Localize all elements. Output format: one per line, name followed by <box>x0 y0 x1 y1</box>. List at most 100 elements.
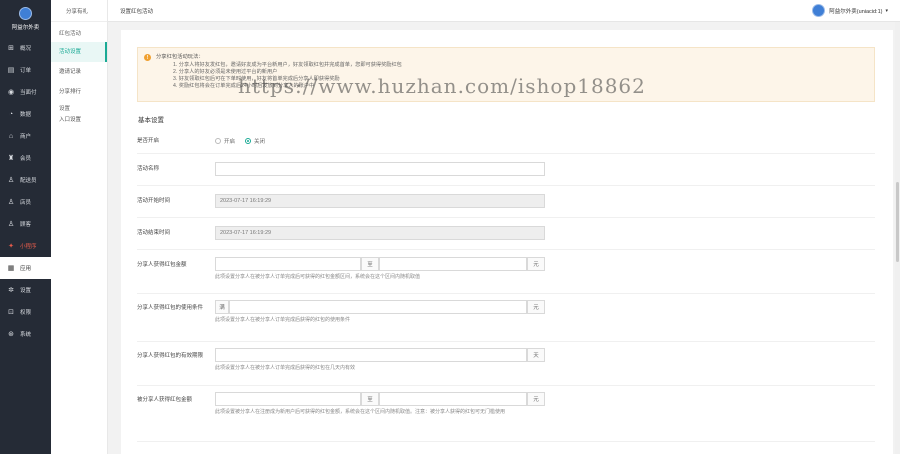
subnav-item-activity-settings[interactable]: 活动设置 <box>51 42 107 62</box>
field-label: 被分享人获得红包金额 <box>137 397 193 403</box>
notice-line: 2. 分享人的好友必须是未使用过平台的新用户 <box>173 68 278 75</box>
system-icon: ⊛ <box>8 330 14 338</box>
brand-logo <box>19 6 32 20</box>
unit-addon: 元 <box>527 300 545 314</box>
warning-icon: ! <box>144 54 151 61</box>
form-row-next <box>137 441 875 454</box>
invitee-amount-min-input[interactable] <box>215 392 361 406</box>
field-label: 是否开启 <box>137 138 160 144</box>
sidebar-item-label: 订单 <box>20 68 32 74</box>
miniapp-icon: ✦ <box>8 242 14 250</box>
sidebar-item-label: 概况 <box>20 46 32 52</box>
form-row-invitee-amount: 被分享人获得红包金额 至 元 此项设置被分享人在注册成为新用户后可获得的红包金额… <box>137 385 875 440</box>
customer-icon: ♙ <box>7 220 15 228</box>
sidebar-item-label: 会员 <box>20 156 32 162</box>
form-row-end: 活动结束时间 2023-07-17 16:19:29 <box>137 217 875 248</box>
notice-line: 3. 好友领取红包后可在下单时使用，好友将首单完成后分享人即获得奖励 <box>173 75 340 82</box>
range-separator: 至 <box>361 257 379 271</box>
sidebar-item-apps[interactable]: ▦ 应用 <box>0 257 51 279</box>
sidebar-item-facepay[interactable]: ◉ 当面付 <box>0 81 51 103</box>
sidebar-item-settings[interactable]: ✲ 设置 <box>0 279 51 301</box>
end-time-input[interactable]: 2023-07-17 16:19:29 <box>215 226 545 240</box>
section-title: 基本设置 <box>138 117 164 124</box>
share-condition-group: 满 元 <box>215 300 545 314</box>
subnav-title: 分享有礼 <box>51 0 107 22</box>
scrollbar-thumb[interactable] <box>896 182 899 262</box>
radio-close[interactable]: 关闭 <box>245 137 265 145</box>
form-row-share-valid: 分享人获得红包的有效期限 天 此项设置分享人在被分享人订单完成后获得的红包在几天… <box>137 341 875 384</box>
help-text: 此项设置分享人在被分享人订单完成后获得的红包的使用条件 <box>215 317 351 323</box>
activity-name-input[interactable] <box>215 162 545 176</box>
avatar <box>812 4 826 17</box>
unit-addon: 元 <box>527 392 545 406</box>
sidebar-item-clerks[interactable]: ♙ 店员 <box>0 191 51 213</box>
subnav-item-share-ranking[interactable]: 分享排行 <box>51 82 107 102</box>
share-amount-max-input[interactable] <box>379 257 527 271</box>
field-label: 分享人获得红包的有效期限 <box>137 353 204 359</box>
sidebar-item-miniapp[interactable]: ✦ 小程序 <box>0 235 51 257</box>
form-row-share-condition: 分享人获得红包的使用条件 满 元 此项设置分享人在被分享人订单完成后获得的红包的… <box>137 293 875 340</box>
chevron-down-icon: ▾ <box>885 7 888 14</box>
field-label <box>137 442 215 454</box>
start-time-input[interactable]: 2023-07-17 16:19:29 <box>215 194 545 208</box>
sidebar-item-overview[interactable]: ⊞ 概况 <box>0 37 51 59</box>
sidebar-item-members[interactable]: ♜ 会员 <box>0 147 51 169</box>
radio-dot <box>215 138 221 144</box>
subnav-item-entry-settings[interactable]: 入口设置 <box>51 112 107 128</box>
radio-label: 关闭 <box>254 139 266 145</box>
sidebar-item-label: 设置 <box>20 288 32 294</box>
form-row-start: 活动开始时间 2023-07-17 16:19:29 <box>137 185 875 216</box>
notice-title: 分享红包活动玩法： <box>156 54 204 60</box>
sidebar-item-label: 顾客 <box>20 222 32 228</box>
apps-icon: ▦ <box>7 264 15 272</box>
sidebar-item-system[interactable]: ⊛ 系统 <box>0 323 51 345</box>
brand[interactable]: 阿益尔外卖 <box>0 0 51 37</box>
help-text: 此项设置被分享人在注册成为新用户后可获得的红包金额，系统会在这个区间内随机取值。… <box>215 409 506 415</box>
user-menu[interactable]: 阿益尔外卖(uniacid:1) ▾ <box>812 4 888 17</box>
field-label: 活动名称 <box>137 166 160 172</box>
field-label: 活动结束时间 <box>137 230 171 236</box>
sidebar-item-permissions[interactable]: ⊡ 权限 <box>0 301 51 323</box>
lock-icon: ⊡ <box>8 308 14 316</box>
sub-navigation: 分享有礼 红包活动 活动设置 邀请记录 分享排行 设置 入口设置 <box>51 0 108 454</box>
form-row-is-open: 是否开启 开启 关闭 <box>137 130 875 152</box>
sidebar-item-orders[interactable]: ▤ 订单 <box>0 59 51 81</box>
share-valid-days-input[interactable] <box>215 348 527 362</box>
sidebar-item-label: 系统 <box>20 332 32 338</box>
range-separator: 至 <box>361 392 379 406</box>
sidebar-item-label: 商户 <box>20 134 32 140</box>
chart-icon: ◔ <box>8 110 14 118</box>
notice-line: 1. 分享人将好友发红包，邀请好友成为平台新用户，好友领取红包并完成首单，您即可… <box>173 61 402 68</box>
settings-icon: ✲ <box>8 286 14 294</box>
order-icon: ▤ <box>7 66 15 74</box>
sidebar-item-data[interactable]: ◔ 数据 <box>0 103 51 125</box>
share-amount-min-input[interactable] <box>215 257 361 271</box>
member-icon: ♜ <box>7 154 15 162</box>
radio-open[interactable]: 开启 <box>215 137 235 145</box>
share-valid-group: 天 <box>215 348 545 362</box>
subnav-item-invite-records[interactable]: 邀请记录 <box>51 62 107 82</box>
main-content: ! 分享红包活动玩法： 1. 分享人将好友发红包，邀请好友成为平台新用户，好友领… <box>121 30 893 454</box>
sidebar-item-couriers[interactable]: ♙ 配送员 <box>0 169 51 191</box>
form-row-name: 活动名称 <box>137 153 875 184</box>
sidebar-item-merchants[interactable]: ⌂ 商户 <box>0 125 51 147</box>
store-icon: ⌂ <box>8 132 14 140</box>
sidebar-item-label: 小程序 <box>20 244 37 250</box>
invitee-amount-max-input[interactable] <box>379 392 527 406</box>
radio-label: 开启 <box>224 139 236 145</box>
sidebar-item-label: 权限 <box>20 310 32 316</box>
sidebar-item-label: 应用 <box>20 266 32 272</box>
pay-icon: ◉ <box>7 88 15 96</box>
help-text: 此项设置分享人在被分享人订单完成后获得的红包在几天内有效 <box>215 365 356 371</box>
subnav-group-redpacket: 红包活动 <box>59 31 82 37</box>
notice-line: 4. 奖励红包将会在订单完成后24小时后发放到分享人的账户中 <box>173 82 315 89</box>
sidebar-item-label: 店员 <box>20 200 32 206</box>
form-row-share-amount: 分享人获得红包金额 至 元 此项设置分享人在被分享人订单完成后可获得的红包金额区… <box>137 249 875 292</box>
share-condition-input[interactable] <box>229 300 527 314</box>
share-amount-range: 至 元 <box>215 257 545 271</box>
field-label: 活动开始时间 <box>137 198 171 204</box>
page-scrollbar[interactable] <box>895 22 900 454</box>
radio-dot-checked <box>245 138 252 144</box>
sidebar-item-customers[interactable]: ♙ 顾客 <box>0 213 51 235</box>
page-title: 设置红包活动 <box>120 8 154 15</box>
